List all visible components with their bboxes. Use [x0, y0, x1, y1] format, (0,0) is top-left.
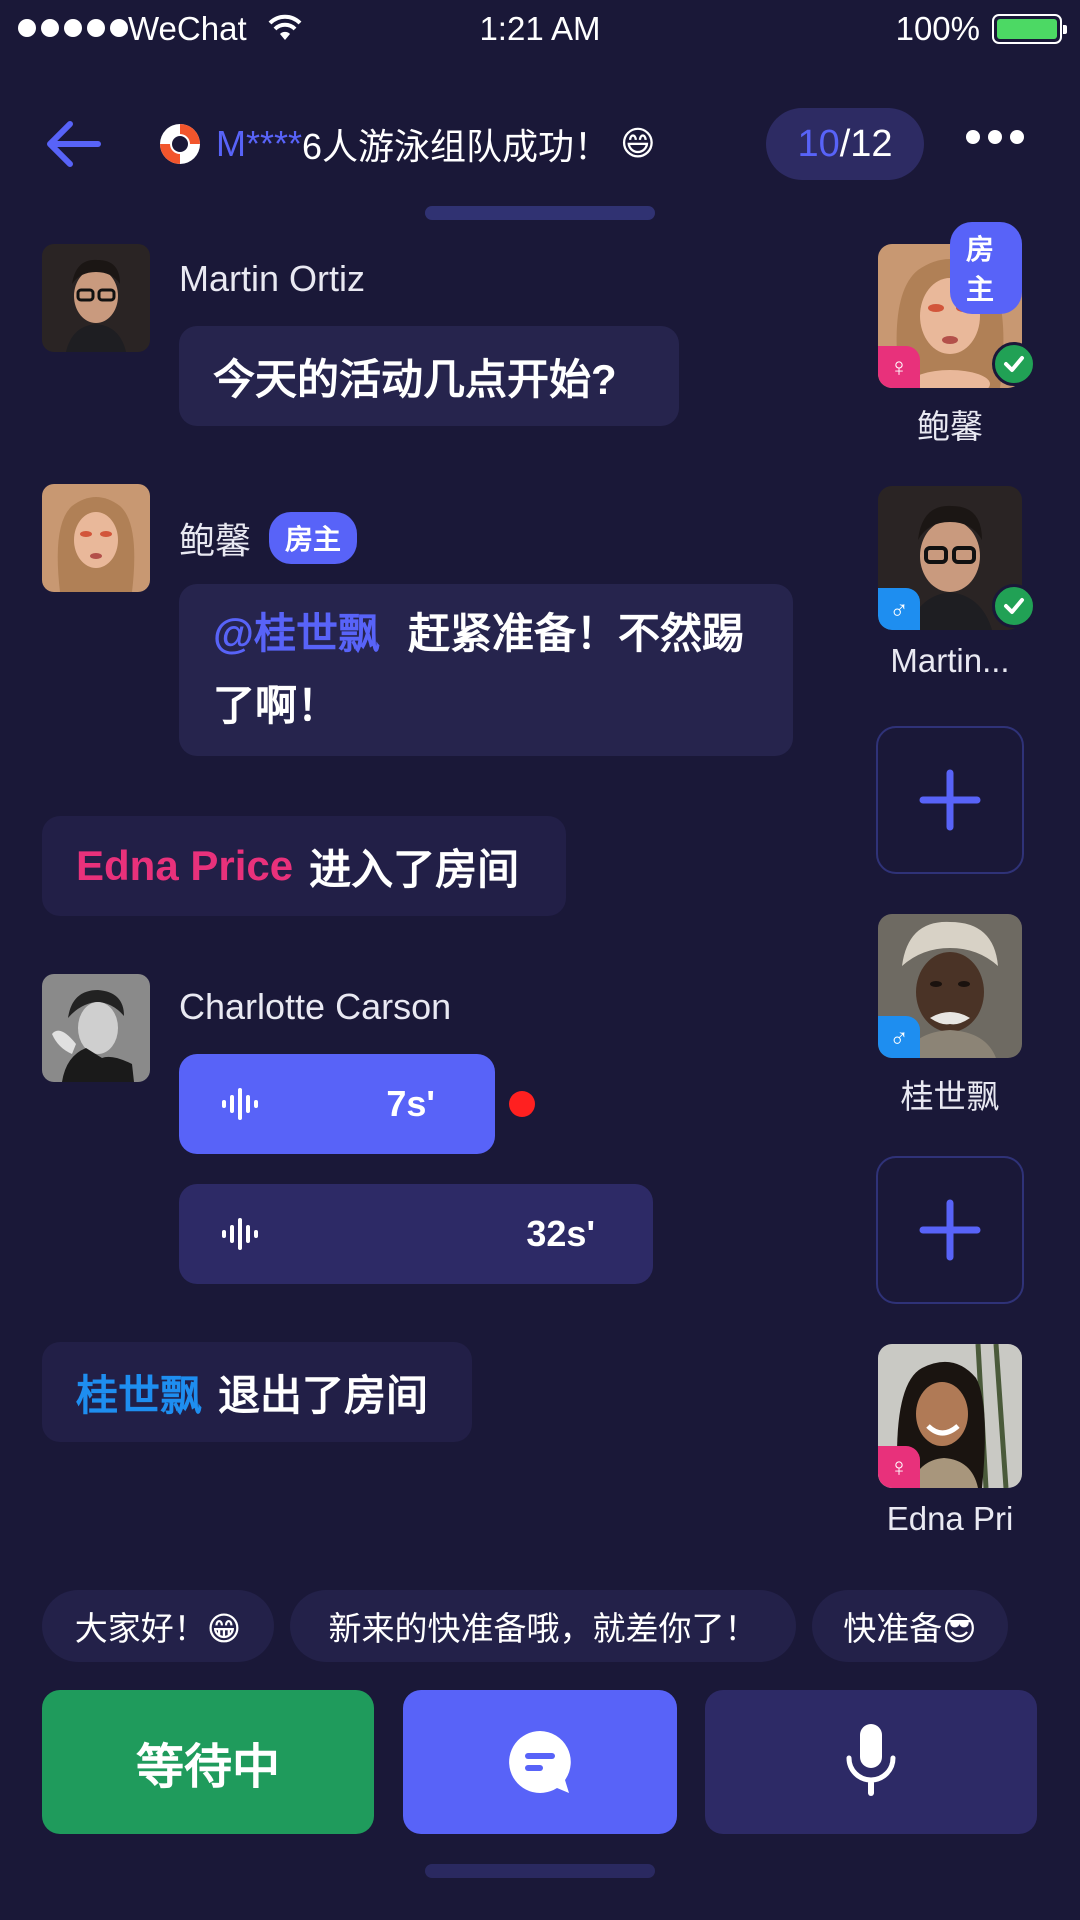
message-bubble[interactable]: 今天的活动几点开始?	[179, 326, 679, 426]
drag-handle-top[interactable]	[425, 206, 655, 220]
check-icon	[992, 584, 1036, 628]
system-message-join: Edna Price 进入了房间	[42, 816, 566, 916]
home-indicator	[425, 1864, 655, 1878]
seat-avatar[interactable]: ♀	[878, 1344, 1022, 1488]
seat-name: 鲍馨	[917, 408, 983, 445]
sender-name: 鲍馨	[179, 520, 252, 561]
quick-reply-chip[interactable]: 大家好！😁	[42, 1590, 274, 1662]
microphone-button[interactable]	[705, 1690, 1037, 1834]
waiting-label: 等待中	[135, 1741, 280, 1794]
system-user-name[interactable]: Edna Price	[76, 842, 293, 890]
sender-name: Martin Ortiz	[179, 258, 366, 299]
avatar-baoxin[interactable]	[42, 484, 150, 592]
waiting-status-button[interactable]: 等待中	[42, 1690, 374, 1834]
more-dots-icon[interactable]	[966, 130, 1024, 144]
system-user-name[interactable]: 桂世飘	[76, 1362, 202, 1423]
microphone-icon	[846, 1724, 896, 1796]
system-message-leave: 桂世飘 退出了房间	[42, 1342, 472, 1442]
member-count-current: 10	[797, 122, 840, 165]
male-icon: ♂	[878, 1016, 920, 1058]
voice-message-bubble[interactable]: 7s'	[179, 1054, 495, 1154]
host-badge: 房主	[950, 222, 1022, 314]
member-count-badge: 10 /12	[766, 108, 924, 180]
title-emoji: 😄	[620, 125, 656, 163]
system-text: 退出了房间	[218, 1371, 429, 1419]
status-bar: WeChat 1:21 AM 100%	[0, 0, 1080, 60]
chat-button[interactable]	[403, 1690, 677, 1834]
mention-link[interactable]: @桂世飘	[213, 610, 380, 657]
female-icon: ♀	[878, 346, 920, 388]
lifebuoy-icon	[160, 124, 200, 164]
title-masked-user: M****	[216, 123, 303, 164]
unread-dot	[509, 1091, 535, 1117]
voice-message-bubble[interactable]: 32s'	[179, 1184, 653, 1284]
seat-name: Edna Pri	[886, 1500, 1014, 1537]
chat-bubble-icon	[509, 1731, 571, 1793]
voice-duration: 32s'	[526, 1213, 595, 1254]
quick-reply-chip[interactable]: 快准备😎	[812, 1590, 1008, 1662]
member-count-total: /12	[839, 122, 893, 165]
male-icon: ♂	[878, 588, 920, 630]
seat-name: Martin...	[890, 642, 1010, 679]
seat-1[interactable]: ♀ 房主 鲍馨	[878, 222, 1036, 448]
seat-4[interactable]: ♂ 桂世飘	[878, 914, 1022, 1118]
avatar-martin-ortiz[interactable]	[42, 244, 150, 352]
waveform-icon	[222, 1088, 258, 1120]
waveform-icon	[222, 1218, 258, 1250]
voice-duration: 7s'	[386, 1083, 435, 1124]
seat-name: 桂世飘	[900, 1078, 1000, 1115]
quick-reply-chip[interactable]: 新来的快准备哦，就差你了！	[290, 1590, 796, 1662]
check-icon	[992, 342, 1036, 386]
sender-row: 鲍馨 房主	[179, 512, 358, 564]
back-button[interactable]	[40, 112, 104, 176]
room-title: M**** 6人游泳组队成功！ 😄	[158, 118, 656, 170]
title-text: 6人游泳组队成功！	[302, 126, 611, 167]
empty-seat-add-button[interactable]	[876, 726, 1024, 874]
message-bubble[interactable]: @桂世飘 赶紧准备！不然踢了啊！	[179, 584, 793, 756]
seat-2[interactable]: ♂ Martin...	[878, 486, 1036, 680]
host-badge: 房主	[269, 512, 358, 564]
battery-percentage: 100%	[895, 10, 980, 47]
empty-seat-add-button[interactable]	[876, 1156, 1024, 1304]
female-icon: ♀	[878, 1446, 920, 1488]
seat-avatar[interactable]: ♂	[878, 914, 1022, 1058]
battery-icon	[992, 14, 1067, 44]
message-text: 今天的活动几点开始?	[213, 355, 617, 403]
plus-icon	[919, 769, 981, 831]
avatar-charlotte-carson[interactable]	[42, 974, 150, 1082]
sender-name: Charlotte Carson	[179, 986, 452, 1027]
seat-6[interactable]: ♀ Edna Pri	[878, 1344, 1022, 1538]
system-text: 进入了房间	[309, 845, 520, 893]
plus-icon	[919, 1199, 981, 1261]
